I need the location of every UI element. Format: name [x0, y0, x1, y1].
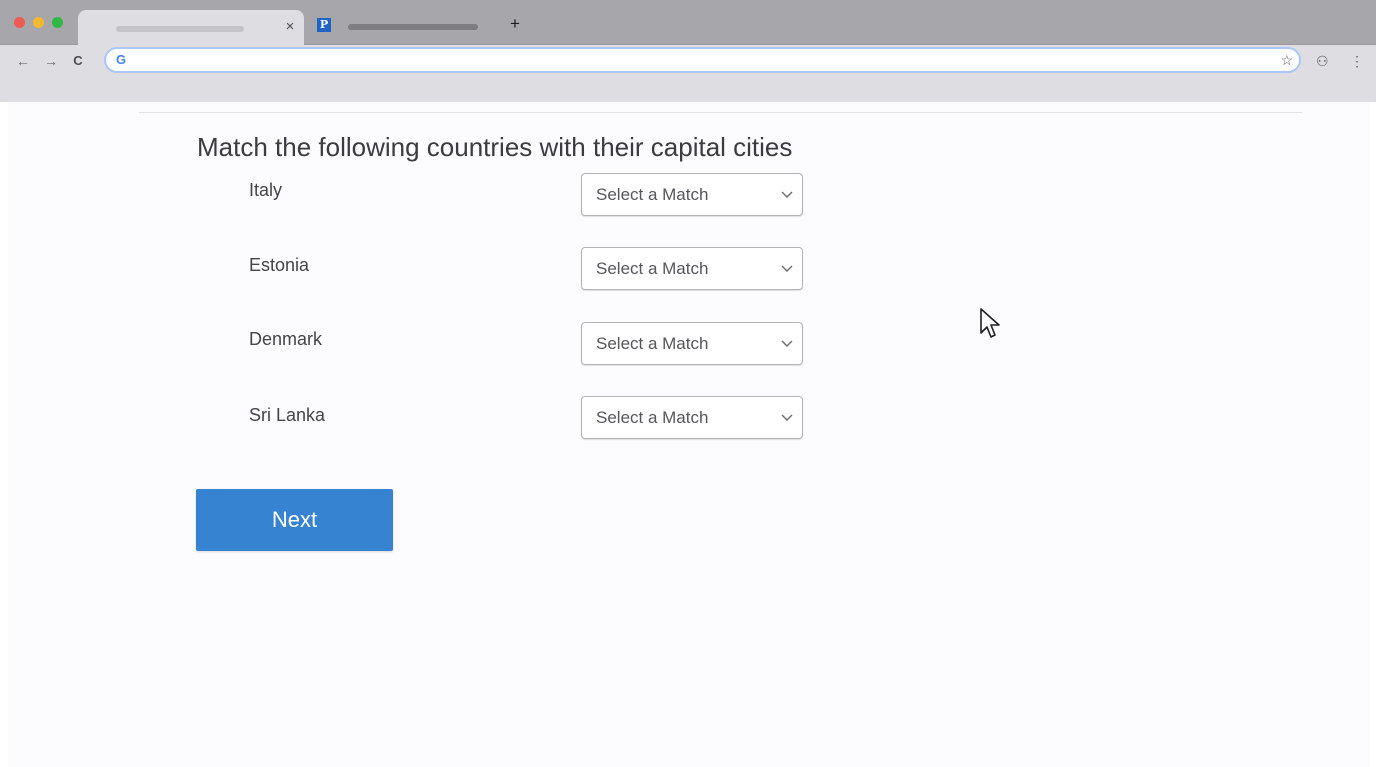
close-window-button[interactable]: [14, 17, 25, 28]
match-select-estonia[interactable]: Select a Match: [581, 247, 803, 290]
match-select-sri-lanka[interactable]: Select a Match: [581, 396, 803, 439]
tab-active[interactable]: ×: [78, 10, 304, 45]
next-button[interactable]: Next: [196, 489, 393, 551]
minimize-window-button[interactable]: [33, 17, 44, 28]
country-label-italy: Italy: [249, 180, 283, 200]
select-value: Select a Match: [596, 259, 709, 278]
country-label-sri-lanka: Sri Lanka: [249, 405, 326, 425]
tab-title-placeholder: [348, 24, 478, 30]
chevron-down-icon: [781, 265, 793, 272]
chevron-down-icon: [781, 191, 793, 198]
back-arrow-icon[interactable]: ←: [14, 51, 32, 71]
page-title: Match the following countries with their…: [197, 132, 793, 162]
reload-icon[interactable]: C: [69, 51, 87, 71]
country-label-estonia: Estonia: [249, 255, 310, 275]
select-value: Select a Match: [596, 334, 709, 353]
mouse-cursor-icon: [980, 308, 1000, 338]
tab-favicon-icon: P: [317, 18, 331, 32]
match-select-italy[interactable]: Select a Match: [581, 173, 803, 216]
match-select-denmark[interactable]: Select a Match: [581, 322, 803, 365]
google-icon: G: [116, 52, 127, 67]
extension-icon[interactable]: ⚇: [1316, 51, 1329, 71]
divider: [139, 112, 1302, 113]
page-content: Match the following countries with their…: [8, 102, 1370, 767]
maximize-window-button[interactable]: [52, 17, 63, 28]
bookmark-star-icon[interactable]: ☆: [1280, 51, 1293, 69]
address-bar[interactable]: G ☆: [104, 47, 1301, 73]
tab-title-placeholder: [116, 26, 244, 32]
forward-arrow-icon[interactable]: →: [42, 51, 60, 71]
new-tab-button[interactable]: +: [506, 14, 524, 34]
chevron-down-icon: [781, 340, 793, 347]
browser-menu-icon[interactable]: ⋮: [1350, 51, 1364, 71]
browser-chrome: × P + ← → C G ☆ ⚇ ⋮: [0, 0, 1376, 102]
select-value: Select a Match: [596, 408, 709, 427]
tab-strip: × P +: [0, 0, 1376, 45]
tab-close-icon[interactable]: ×: [283, 18, 297, 36]
tab-inactive[interactable]: P: [310, 12, 490, 40]
select-value: Select a Match: [596, 185, 709, 204]
country-label-denmark: Denmark: [249, 329, 323, 349]
chevron-down-icon: [781, 414, 793, 421]
